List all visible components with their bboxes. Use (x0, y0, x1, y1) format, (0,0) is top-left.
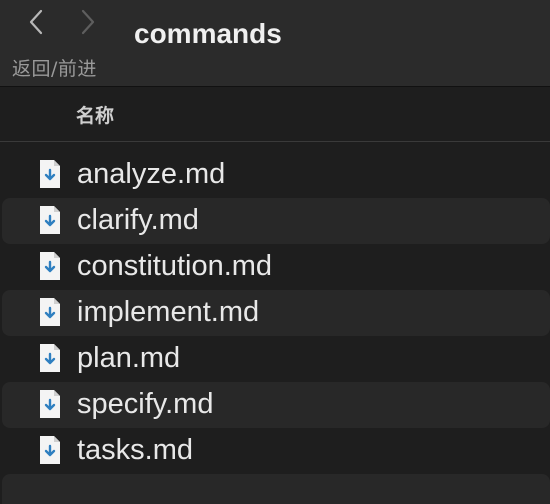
chevron-left-icon (29, 9, 43, 35)
markdown-file-icon (40, 344, 60, 372)
toolbar: 返回/前进 commands (0, 0, 550, 87)
file-name: constitution.md (77, 250, 273, 282)
column-header-name[interactable]: 名称 (76, 101, 114, 128)
file-name: specify.md (77, 388, 214, 420)
file-row[interactable]: tasks.md (2, 428, 550, 474)
file-row[interactable]: plan.md (2, 336, 550, 382)
file-name: clarify.md (77, 204, 199, 236)
file-name: analyze.md (77, 158, 226, 190)
file-row[interactable]: analyze.md (2, 152, 550, 198)
file-row[interactable]: clarify.md (2, 198, 550, 244)
markdown-file-icon (40, 390, 60, 418)
forward-button[interactable] (74, 8, 102, 36)
empty-row (2, 474, 550, 504)
file-row[interactable]: constitution.md (2, 244, 550, 290)
file-name: tasks.md (77, 434, 194, 466)
file-name: plan.md (77, 342, 181, 374)
markdown-file-icon (40, 298, 60, 326)
markdown-file-icon (40, 252, 60, 280)
markdown-file-icon (40, 160, 60, 188)
file-list: analyze.md clarify.md constitution.md im… (0, 152, 550, 504)
markdown-file-icon (40, 206, 60, 234)
nav-caption: 返回/前进 (12, 58, 97, 80)
file-name: implement.md (77, 296, 260, 328)
file-row[interactable]: specify.md (2, 382, 550, 428)
back-button[interactable] (22, 8, 50, 36)
finder-window: 返回/前进 commands 名称 analyze.md clarify.md (0, 0, 550, 504)
file-row[interactable]: implement.md (2, 290, 550, 336)
markdown-file-icon (40, 436, 60, 464)
column-header: 名称 (0, 87, 550, 142)
window-title: commands (134, 18, 282, 49)
chevron-right-icon (81, 9, 95, 35)
